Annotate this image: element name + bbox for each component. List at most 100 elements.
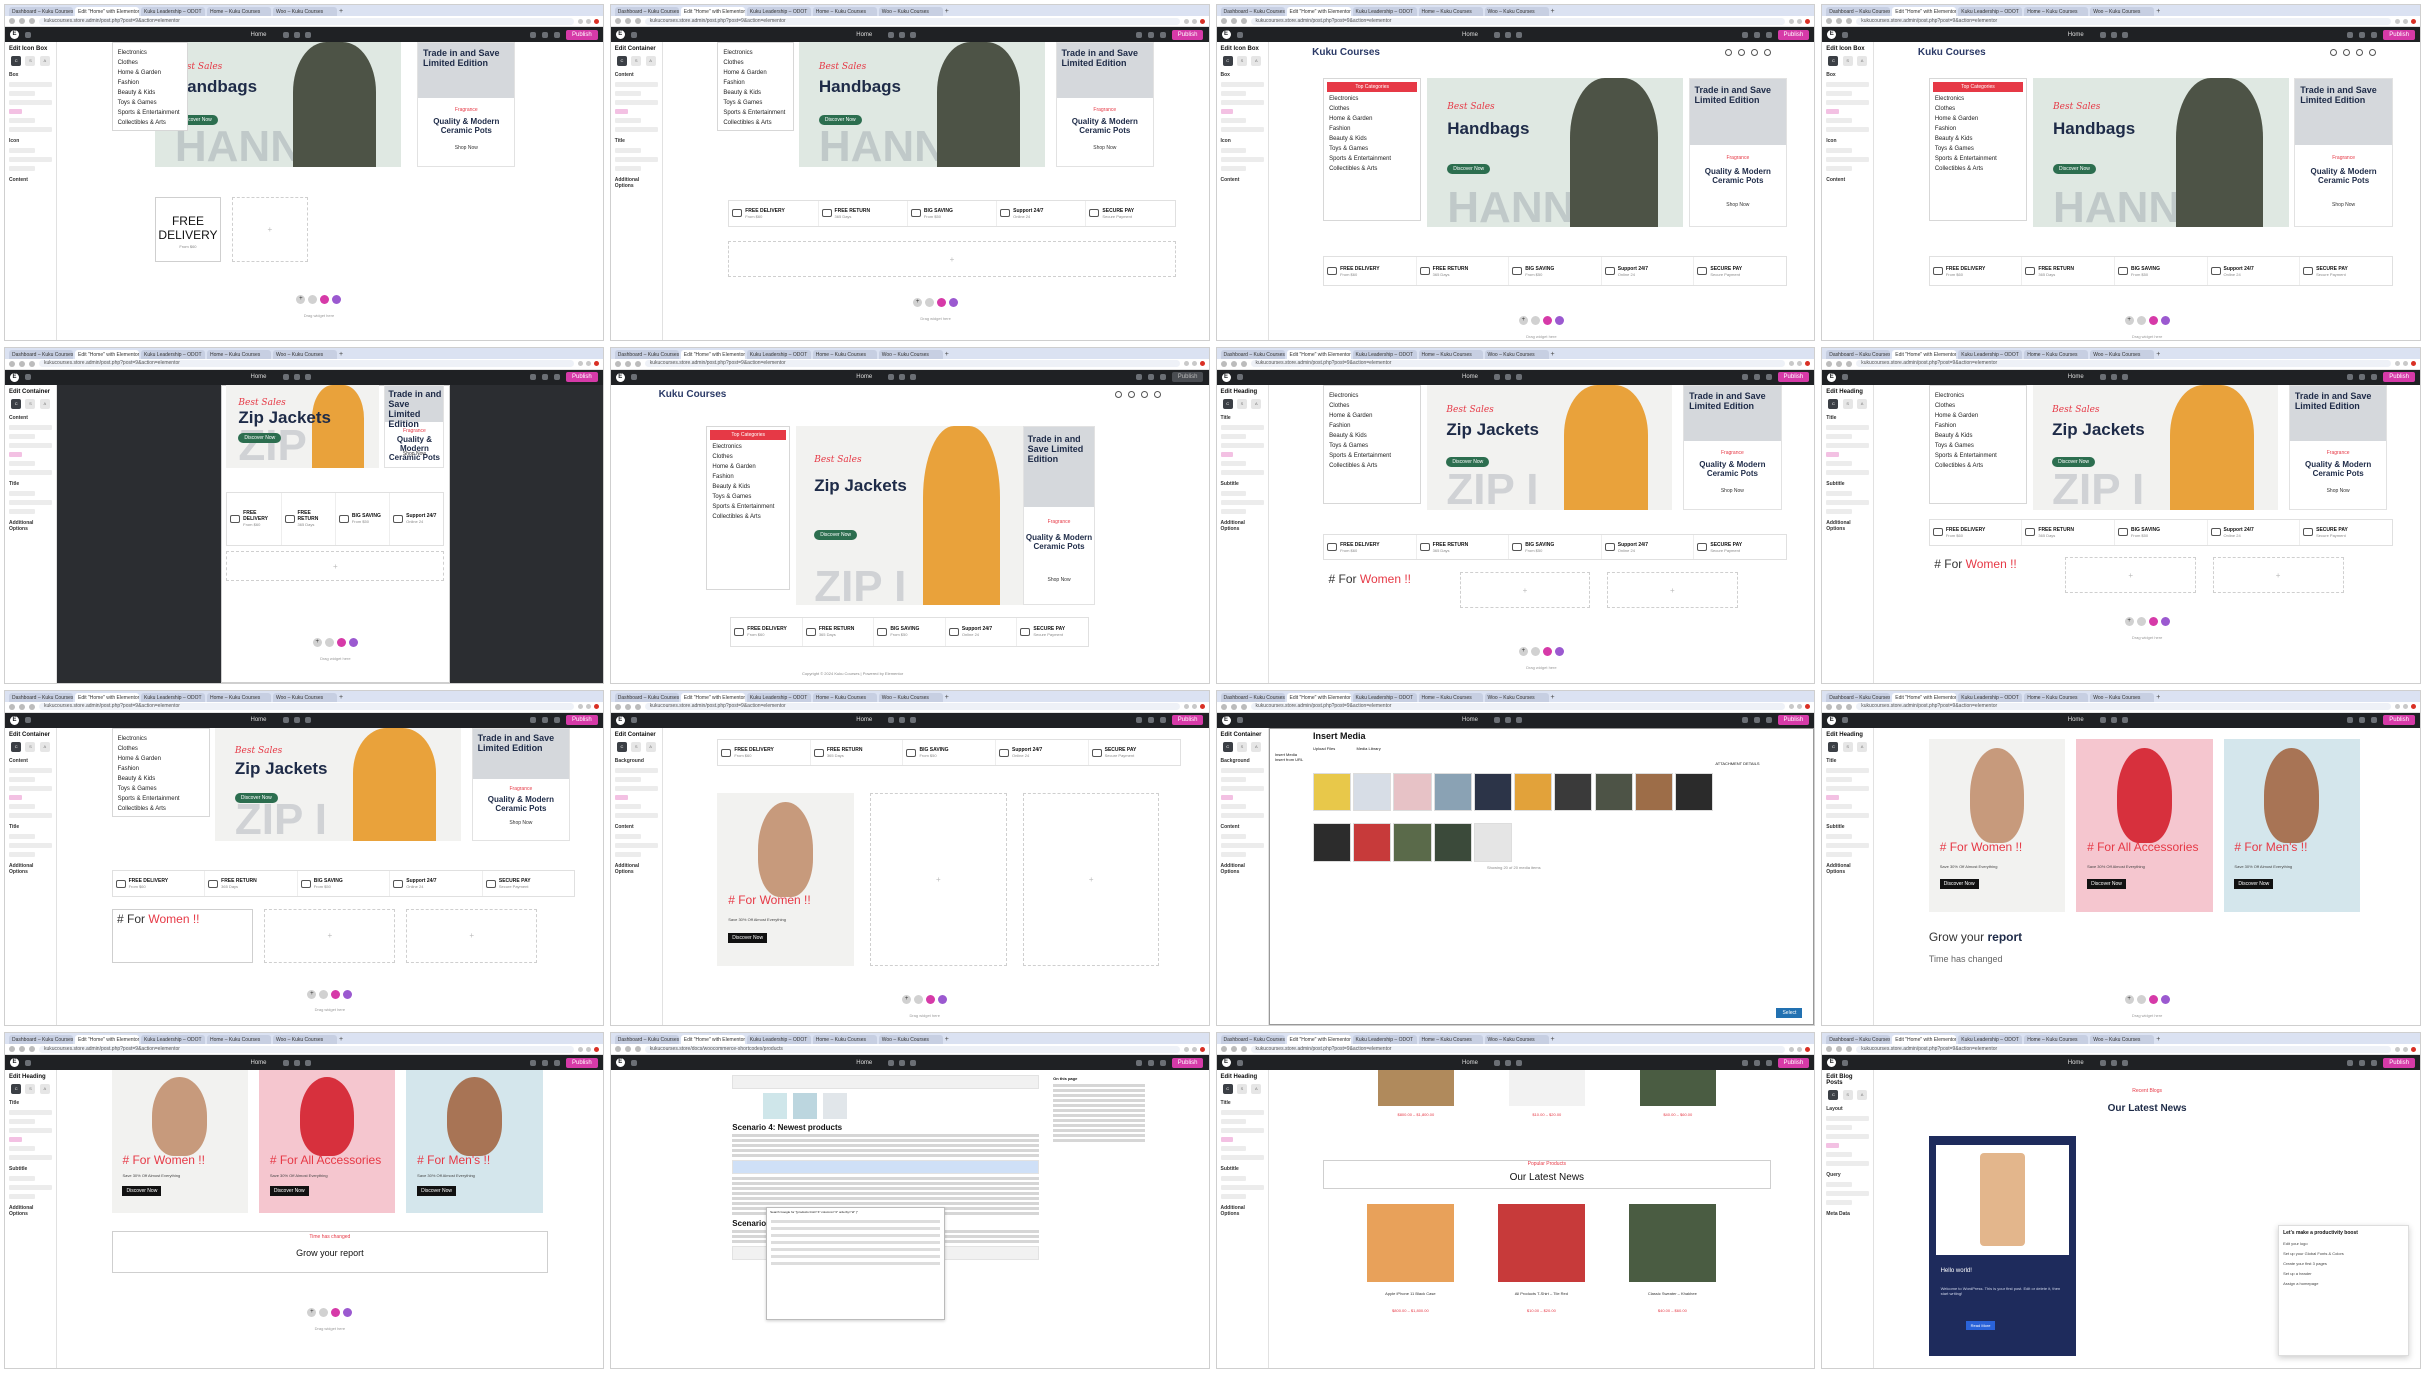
panel-control[interactable] bbox=[9, 508, 35, 514]
hero-slider[interactable]: ZIP I Best Sales Zip Jackets Discover Now bbox=[2032, 384, 2279, 510]
panel-control[interactable] bbox=[9, 100, 52, 105]
hero-discover-button[interactable]: Discover Now bbox=[818, 114, 862, 125]
panel-control[interactable] bbox=[9, 82, 52, 87]
tab-style[interactable]: S bbox=[1236, 1084, 1247, 1095]
feature-item[interactable]: BIG SAVING From $50 bbox=[903, 740, 997, 766]
add-section-icon[interactable]: + bbox=[296, 295, 306, 305]
settings-icon[interactable] bbox=[1741, 1059, 1748, 1066]
folder-icon[interactable] bbox=[914, 995, 924, 1005]
promo-card[interactable]: Trade in and Save Limited Edition Fragran… bbox=[2289, 384, 2388, 510]
settings-icon[interactable] bbox=[1135, 31, 1142, 38]
category-item[interactable]: Sports & Entertainment bbox=[1935, 156, 2021, 162]
browser-tab[interactable]: Kuku Leadership – ODOT bbox=[746, 1035, 811, 1045]
feature-item[interactable]: SECURE PAY Secure Payment bbox=[1017, 618, 1088, 646]
add-section-icon[interactable]: + bbox=[307, 1308, 317, 1318]
preview-icon[interactable] bbox=[1765, 374, 1772, 381]
extension-icon[interactable] bbox=[577, 704, 583, 709]
heading-widget[interactable]: # For Women !! bbox=[1934, 557, 2016, 571]
category-item[interactable]: Beauty & Kids bbox=[1329, 136, 1415, 142]
panel-section-title[interactable]: Title bbox=[9, 1100, 52, 1106]
category-item[interactable]: Toys & Games bbox=[1935, 443, 2021, 449]
hero-discover-button[interactable]: Discover Now bbox=[234, 793, 278, 804]
tab-style[interactable]: S bbox=[25, 398, 36, 409]
history-icon[interactable] bbox=[2359, 374, 2366, 381]
profile-icon[interactable] bbox=[593, 361, 599, 367]
panel-section-title-3[interactable]: Additional Options bbox=[9, 863, 52, 875]
feature-item[interactable]: FREE RETURN 365 Days bbox=[803, 617, 875, 646]
browser-tab[interactable]: Woo – Kuku Courses bbox=[1484, 349, 1549, 359]
profile-icon[interactable] bbox=[1199, 1046, 1205, 1052]
panel-control[interactable] bbox=[1220, 1194, 1247, 1200]
tab-advanced[interactable]: A bbox=[1251, 741, 1262, 752]
browser-tab[interactable]: Home – Kuku Courses bbox=[812, 692, 877, 702]
category-item[interactable]: Clothes bbox=[1935, 106, 2021, 112]
browser-tab[interactable]: Woo – Kuku Courses bbox=[1484, 692, 1549, 702]
select-button[interactable]: Select bbox=[1776, 1008, 1803, 1019]
heart-icon[interactable] bbox=[1140, 391, 1148, 399]
panel-section-title[interactable]: Box bbox=[9, 72, 52, 78]
add-element-icon[interactable] bbox=[25, 717, 31, 723]
desktop-icon[interactable] bbox=[888, 374, 895, 381]
settings-icon[interactable] bbox=[1741, 717, 1748, 723]
code-block-selected[interactable] bbox=[732, 1160, 1040, 1175]
panel-control[interactable] bbox=[1220, 166, 1247, 171]
feature-item[interactable]: FREE DELIVERY From $60 bbox=[113, 871, 206, 897]
panel-section-title[interactable]: Background bbox=[615, 758, 658, 764]
category-item[interactable]: Home & Garden bbox=[118, 756, 204, 762]
folder-icon[interactable] bbox=[324, 637, 334, 647]
history-icon[interactable] bbox=[1147, 1059, 1154, 1066]
tab-advanced[interactable]: A bbox=[645, 741, 656, 752]
empty-column[interactable]: + bbox=[406, 909, 538, 963]
template-icon[interactable] bbox=[2148, 616, 2158, 626]
context-search-google[interactable]: Search Google for "[products limit="4" c… bbox=[767, 1208, 944, 1216]
panel-section-title-2[interactable]: Title bbox=[9, 824, 52, 830]
publish-button[interactable]: Publish bbox=[1171, 29, 1204, 40]
category-item[interactable]: Collectibles & Arts bbox=[1935, 166, 2021, 172]
add-section-icon[interactable]: + bbox=[913, 298, 923, 308]
panel-control[interactable] bbox=[1220, 499, 1264, 505]
settings-icon[interactable] bbox=[1741, 374, 1748, 381]
hero-slider[interactable]: ZIP I Best Sales Zip Jackets Discover Now bbox=[796, 426, 1024, 606]
folder-icon[interactable] bbox=[1530, 646, 1540, 656]
panel-control[interactable] bbox=[1826, 1182, 1853, 1188]
browser-tab[interactable]: Dashboard – Kuku Courses bbox=[9, 349, 73, 359]
browser-tab-active[interactable]: Edit "Home" with Elementor bbox=[680, 7, 745, 16]
feature-item[interactable]: FREE DELIVERY From $60 bbox=[718, 740, 811, 766]
panel-control[interactable] bbox=[614, 842, 658, 848]
elementor-logo-icon[interactable]: E bbox=[1221, 715, 1231, 725]
panel-section-title[interactable]: Title bbox=[1826, 758, 1869, 764]
banner-card[interactable]: # For All Accessories Save 30% Off Almost… bbox=[2076, 739, 2213, 913]
preview-icon[interactable] bbox=[1159, 374, 1166, 381]
extension-icon[interactable] bbox=[1183, 704, 1189, 709]
browser-tab[interactable]: Home – Kuku Courses bbox=[812, 7, 877, 16]
product-image[interactable] bbox=[1508, 1070, 1586, 1106]
hero-discover-button[interactable]: Discover Now bbox=[814, 530, 858, 541]
panel-section-title[interactable]: Title bbox=[1826, 415, 1869, 421]
mobile-icon[interactable] bbox=[910, 31, 917, 38]
preview-icon[interactable] bbox=[2371, 31, 2378, 38]
panel-control[interactable] bbox=[1826, 460, 1853, 466]
panel-control-active[interactable] bbox=[1826, 794, 1840, 800]
new-tab-icon[interactable]: + bbox=[945, 8, 953, 16]
heart-icon[interactable] bbox=[2356, 48, 2364, 56]
browser-tab[interactable]: Woo – Kuku Courses bbox=[878, 692, 943, 702]
feature-item[interactable]: FREE RETURN 365 Days bbox=[2022, 519, 2115, 545]
tab-content[interactable]: C bbox=[1828, 1090, 1839, 1101]
context-menu-item[interactable] bbox=[771, 1248, 941, 1252]
toc-link[interactable] bbox=[1053, 1134, 1146, 1138]
preview-icon[interactable] bbox=[554, 717, 561, 723]
add-element-icon[interactable] bbox=[630, 374, 637, 381]
panel-control[interactable] bbox=[1220, 469, 1264, 475]
back-icon[interactable] bbox=[9, 703, 15, 710]
tablet-icon[interactable] bbox=[2110, 31, 2117, 38]
panel-control[interactable] bbox=[9, 442, 52, 448]
publish-button[interactable]: Publish bbox=[1171, 715, 1204, 725]
tab-content[interactable]: C bbox=[11, 398, 22, 409]
back-icon[interactable] bbox=[1826, 703, 1833, 710]
reload-icon[interactable] bbox=[1846, 360, 1853, 367]
toc-link[interactable] bbox=[1053, 1139, 1146, 1143]
bookmark-icon[interactable] bbox=[585, 1046, 591, 1052]
tab-advanced[interactable]: A bbox=[1857, 398, 1868, 409]
tab-advanced[interactable]: A bbox=[39, 1084, 50, 1095]
checklist-item[interactable]: Assign a homepage bbox=[2283, 1281, 2404, 1286]
